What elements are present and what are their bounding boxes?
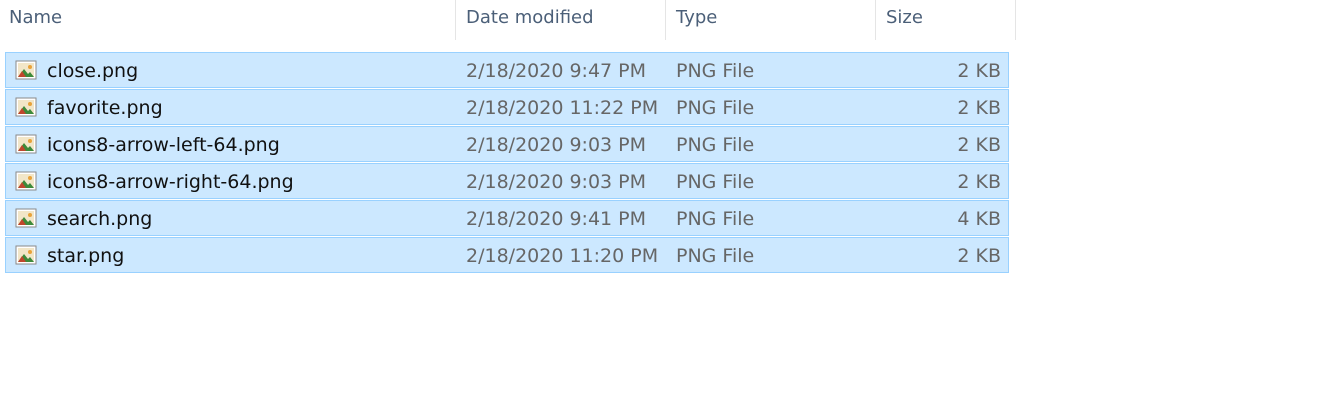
file-name: close.png xyxy=(47,60,139,82)
file-type: PNG File xyxy=(676,171,755,193)
file-size: 2 KB xyxy=(957,97,1001,119)
file-size: 2 KB xyxy=(957,60,1001,82)
file-name: search.png xyxy=(47,208,153,230)
file-row[interactable]: favorite.png 2/18/2020 11:22 PM PNG File 2 … xyxy=(5,89,1009,125)
column-header-size[interactable]: Size xyxy=(876,0,1016,40)
image-file-icon xyxy=(15,60,37,80)
file-type: PNG File xyxy=(676,245,755,267)
file-row[interactable]: icons8-arrow-left-64.png 2/18/2020 9:03 P… xyxy=(5,126,1009,162)
file-size: 4 KB xyxy=(957,208,1001,230)
file-name: icons8-arrow-left-64.png xyxy=(47,134,280,156)
column-header-date-modified[interactable]: Date modified xyxy=(457,0,666,40)
file-list: close.png 2/18/2020 9:47 PM PNG File 2 KB f… xyxy=(5,52,1009,274)
image-file-icon xyxy=(15,171,37,191)
file-name: star.png xyxy=(47,245,125,267)
file-size: 2 KB xyxy=(957,171,1001,193)
file-date-modified: 2/18/2020 9:41 PM xyxy=(466,208,647,230)
column-header-type[interactable]: Type xyxy=(667,0,876,40)
file-row[interactable]: icons8-arrow-right-64.png 2/18/2020 9:03 … xyxy=(5,163,1009,199)
image-file-icon xyxy=(15,245,37,265)
file-date-modified: 2/18/2020 9:03 PM xyxy=(466,134,647,156)
image-file-icon xyxy=(15,134,37,154)
file-name: favorite.png xyxy=(47,97,163,119)
file-type: PNG File xyxy=(676,134,755,156)
file-type: PNG File xyxy=(676,97,755,119)
file-row[interactable]: search.png 2/18/2020 9:41 PM PNG File 4 KB xyxy=(5,200,1009,236)
file-type: PNG File xyxy=(676,208,755,230)
file-date-modified: 2/18/2020 11:22 PM xyxy=(466,97,659,119)
file-date-modified: 2/18/2020 9:03 PM xyxy=(466,171,647,193)
file-date-modified: 2/18/2020 11:20 PM xyxy=(466,245,659,267)
image-file-icon xyxy=(15,208,37,228)
image-file-icon xyxy=(15,97,37,117)
file-size: 2 KB xyxy=(957,245,1001,267)
file-row[interactable]: close.png 2/18/2020 9:47 PM PNG File 2 KB xyxy=(5,52,1009,88)
column-header-row: Name Date modified Type Size xyxy=(0,0,1016,40)
file-row[interactable]: star.png 2/18/2020 11:20 PM PNG File 2 KB xyxy=(5,237,1009,273)
file-size: 2 KB xyxy=(957,134,1001,156)
file-name: icons8-arrow-right-64.png xyxy=(47,171,294,193)
file-explorer-details-view: Name Date modified Type Size close.png 2/… xyxy=(0,0,1333,406)
column-header-name[interactable]: Name xyxy=(0,0,456,40)
file-date-modified: 2/18/2020 9:47 PM xyxy=(466,60,647,82)
file-type: PNG File xyxy=(676,60,755,82)
